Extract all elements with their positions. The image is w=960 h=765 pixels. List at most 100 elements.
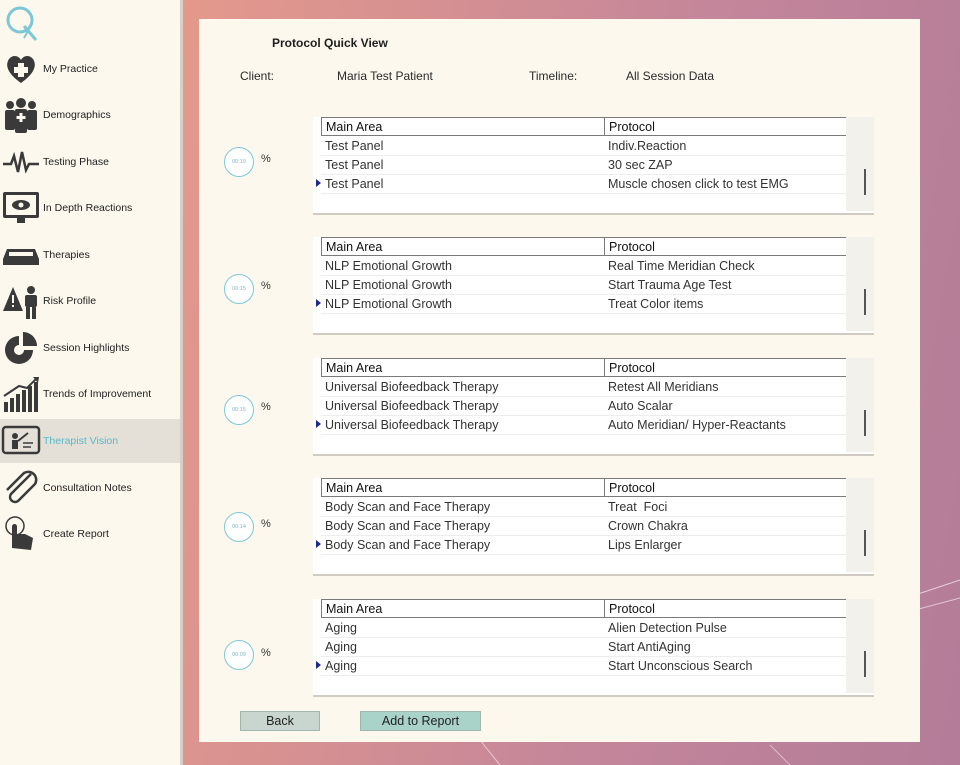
cell-protocol: Lips Enlarger (608, 538, 682, 552)
column-header-main-area[interactable]: Main Area (326, 240, 382, 254)
add-to-report-button[interactable]: Add to Report (360, 711, 481, 731)
table-row[interactable]: Aging Start AntiAging (321, 638, 847, 657)
sidebar-divider (180, 0, 183, 765)
timeline-value: All Session Data (626, 69, 715, 83)
cell-main-area: NLP Emotional Growth (325, 297, 452, 311)
percent-label: % (261, 280, 271, 292)
current-row-indicator-icon (316, 299, 321, 307)
table-row[interactable]: NLP Emotional Growth Treat Color items (316, 295, 847, 314)
grid-header: Main Area Protocol (321, 478, 847, 497)
sidebar-item-label: Session Highlights (43, 342, 130, 354)
column-header-main-area[interactable]: Main Area (326, 481, 382, 495)
column-header-main-area[interactable]: Main Area (326, 120, 382, 134)
sidebar: My Practice Demographics Testing Phase I… (0, 0, 181, 765)
column-header-main-area[interactable]: Main Area (326, 361, 382, 375)
table-row[interactable]: Body Scan and Face Therapy Treat Foci (321, 498, 847, 517)
table-row[interactable]: Aging Alien Detection Pulse (321, 619, 847, 638)
cell-main-area: Test Panel (325, 158, 384, 172)
sidebar-item-in-depth-reactions[interactable]: In Depth Reactions (0, 186, 180, 230)
column-header-protocol[interactable]: Protocol (609, 481, 655, 495)
cell-main-area: Body Scan and Face Therapy (325, 519, 491, 533)
cell-main-area: Universal Biofeedback Therapy (325, 418, 499, 432)
column-separator (604, 118, 605, 135)
bar-trend-icon (3, 377, 39, 412)
protocol-grid[interactable]: Main Area Protocol Universal Biofeedback… (313, 358, 874, 456)
page-title: Protocol Quick View (272, 36, 388, 50)
sidebar-item-label: My Practice (43, 63, 98, 75)
hand-pointer-icon (5, 516, 33, 550)
table-row[interactable]: NLP Emotional Growth Start Trauma Age Tes… (321, 276, 847, 295)
vertical-scrollbar[interactable] (846, 599, 874, 693)
table-row[interactable]: Body Scan and Face Therapy Crown Chakra (321, 517, 847, 536)
cell-main-area: Universal Biofeedback Therapy (325, 380, 499, 394)
scrollbar-thumb[interactable] (864, 410, 866, 436)
scrollbar-thumb[interactable] (864, 651, 866, 677)
sidebar-item-trends-of-improvement[interactable]: Trends of Improvement (0, 372, 180, 416)
vertical-scrollbar[interactable] (846, 117, 874, 211)
sidebar-item-label: Therapies (43, 249, 90, 261)
scrollbar-thumb[interactable] (864, 530, 866, 556)
sidebar-item-create-report[interactable]: Create Report (0, 512, 180, 556)
table-row[interactable]: Test Panel Muscle chosen click to test EM… (316, 175, 847, 194)
table-row[interactable]: Aging Start Unconscious Search (316, 657, 847, 676)
table-row[interactable]: Test Panel 30 sec ZAP (321, 156, 847, 175)
cell-protocol: Start Trauma Age Test (608, 278, 732, 292)
protocol-grid[interactable]: Main Area Protocol Aging Alien Detection … (313, 599, 874, 697)
column-header-protocol[interactable]: Protocol (609, 361, 655, 375)
sidebar-item-consultation-notes[interactable]: Consultation Notes (0, 466, 180, 510)
sidebar-item-therapies[interactable]: Therapies (0, 233, 180, 277)
cell-main-area: NLP Emotional Growth (325, 259, 452, 273)
cell-main-area: Aging (325, 621, 357, 635)
cell-main-area: NLP Emotional Growth (325, 278, 452, 292)
column-separator (604, 479, 605, 496)
column-header-protocol[interactable]: Protocol (609, 120, 655, 134)
risk-person-icon (3, 286, 37, 319)
people-group-icon (5, 98, 37, 133)
therapist-screen-icon (1, 425, 41, 455)
cell-protocol: Treat Color items (608, 297, 704, 311)
grid-header: Main Area Protocol (321, 358, 847, 377)
scrollbar-thumb[interactable] (864, 169, 866, 195)
app-logo-icon (6, 6, 38, 41)
scrollbar-thumb[interactable] (864, 289, 866, 315)
heart-plus-icon (7, 56, 35, 83)
session-timer: 00:19 (224, 147, 254, 177)
sidebar-item-risk-profile[interactable]: Risk Profile (0, 279, 180, 323)
vertical-scrollbar[interactable] (846, 358, 874, 452)
vertical-scrollbar[interactable] (846, 237, 874, 331)
sidebar-item-testing-phase[interactable]: Testing Phase (0, 140, 180, 184)
sidebar-item-therapist-vision[interactable]: Therapist Vision (0, 419, 180, 463)
sidebar-item-label: Risk Profile (43, 295, 97, 307)
back-button[interactable]: Back (240, 711, 320, 731)
percent-label: % (261, 153, 271, 165)
table-row[interactable]: Universal Biofeedback Therapy Auto Scalar (321, 397, 847, 416)
cell-protocol: Retest All Meridians (608, 380, 719, 394)
percent-label: % (261, 401, 271, 413)
sidebar-item-my-practice[interactable]: My Practice (0, 47, 180, 91)
sidebar-item-demographics[interactable]: Demographics (0, 93, 180, 137)
cell-protocol: Crown Chakra (608, 519, 688, 533)
column-header-main-area[interactable]: Main Area (326, 602, 382, 616)
table-row[interactable]: Body Scan and Face Therapy Lips Enlarger (316, 536, 847, 555)
session-timer: 00:09 (224, 640, 254, 670)
pulse-wave-icon (3, 151, 39, 174)
sidebar-item-label: Demographics (43, 109, 111, 121)
cell-protocol: Auto Meridian/ Hyper-Reactants (608, 418, 786, 432)
table-row[interactable]: NLP Emotional Growth Real Time Meridian C… (321, 257, 847, 276)
device-tray-icon (3, 249, 39, 265)
table-row[interactable]: Universal Biofeedback Therapy Auto Meridi… (316, 416, 847, 435)
protocol-grid[interactable]: Main Area Protocol NLP Emotional Growth R… (313, 237, 874, 335)
percent-label: % (261, 518, 271, 530)
vertical-scrollbar[interactable] (846, 478, 874, 572)
protocol-grid[interactable]: Main Area Protocol Test Panel Indiv.React… (313, 117, 874, 215)
column-header-protocol[interactable]: Protocol (609, 240, 655, 254)
sidebar-item-session-highlights[interactable]: Session Highlights (0, 326, 180, 370)
protocol-grid[interactable]: Main Area Protocol Body Scan and Face Th… (313, 478, 874, 576)
table-row[interactable]: Universal Biofeedback Therapy Retest All … (321, 378, 847, 397)
column-header-protocol[interactable]: Protocol (609, 602, 655, 616)
cell-main-area: Test Panel (325, 177, 384, 191)
table-row[interactable]: Test Panel Indiv.Reaction (321, 137, 847, 156)
paperclip-icon (6, 470, 38, 504)
protocol-block: 00:15 % Main Area Protocol Universal Bio… (199, 358, 920, 458)
client-value: Maria Test Patient (337, 69, 433, 83)
